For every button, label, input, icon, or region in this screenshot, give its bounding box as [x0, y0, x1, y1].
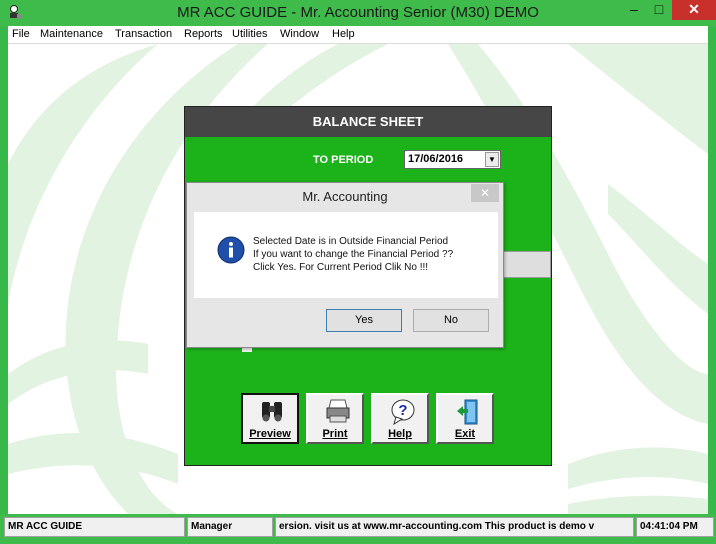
- dialog-message-line-3: Click Yes. For Current Period Clik No !!…: [253, 262, 429, 273]
- to-period-date-picker[interactable]: 17/06/2016 ▼: [404, 150, 501, 169]
- dialog-message-line-2: If you want to change the Financial Peri…: [253, 249, 454, 260]
- menu-transaction[interactable]: Transaction: [115, 28, 172, 40]
- balance-sheet-title: BALANCE SHEET: [185, 107, 551, 137]
- menu-utilities[interactable]: Utilities: [232, 28, 267, 40]
- exit-label: Exit: [454, 428, 476, 440]
- menu-help[interactable]: Help: [332, 28, 355, 40]
- dialog-message-area: Selected Date is in Outside Financial Pe…: [194, 212, 498, 298]
- exit-door-icon: [457, 399, 478, 425]
- no-button[interactable]: No: [413, 309, 489, 332]
- menu-bar: File Maintenance Transaction Reports Uti…: [8, 26, 708, 44]
- status-user: Manager: [187, 517, 273, 537]
- dialog-title: Mr. Accounting: [302, 189, 388, 204]
- dialog-close-button[interactable]: ✕: [471, 184, 499, 202]
- info-icon: [217, 236, 245, 264]
- print-label: Print: [322, 428, 348, 440]
- obscured-field: [503, 251, 551, 278]
- binoculars-icon: [262, 402, 282, 422]
- status-time: 04:41:04 PM: [636, 517, 714, 537]
- dialog-message-line-1: Selected Date is in Outside Financial Pe…: [253, 236, 449, 247]
- help-label: Help: [388, 428, 412, 440]
- minimize-button[interactable]: –: [622, 0, 646, 20]
- status-message: ersion. visit us at www.mr-accounting.co…: [275, 517, 634, 537]
- title-bar: MR ACC GUIDE - Mr. Accounting Senior (M3…: [0, 0, 716, 26]
- chevron-down-icon[interactable]: ▼: [485, 152, 499, 167]
- date-value: 17/06/2016: [408, 153, 464, 165]
- window-title: MR ACC GUIDE - Mr. Accounting Senior (M3…: [177, 4, 539, 21]
- svg-text:?: ?: [398, 402, 407, 419]
- yes-button[interactable]: Yes: [326, 309, 402, 332]
- print-button[interactable]: Print: [306, 393, 364, 444]
- help-question-icon: ?: [391, 399, 415, 426]
- menu-reports[interactable]: Reports: [184, 28, 223, 40]
- preview-label: Preview: [249, 428, 291, 440]
- close-button[interactable]: ✕: [672, 0, 716, 20]
- status-bar: MR ACC GUIDE Manager ersion. visit us at…: [0, 514, 716, 544]
- maximize-button[interactable]: □: [647, 0, 671, 20]
- menu-file[interactable]: File: [12, 28, 30, 40]
- preview-button[interactable]: Preview: [241, 393, 299, 444]
- menu-maintenance[interactable]: Maintenance: [40, 28, 103, 40]
- status-app-name: MR ACC GUIDE: [4, 517, 185, 537]
- printer-icon: [326, 399, 350, 423]
- menu-window[interactable]: Window: [280, 28, 319, 40]
- to-period-label: TO PERIOD: [313, 154, 374, 166]
- exit-button[interactable]: Exit: [436, 393, 494, 444]
- help-button[interactable]: ? Help: [371, 393, 429, 444]
- message-dialog: Mr. Accounting ✕ Selected Date is in Out…: [186, 182, 504, 348]
